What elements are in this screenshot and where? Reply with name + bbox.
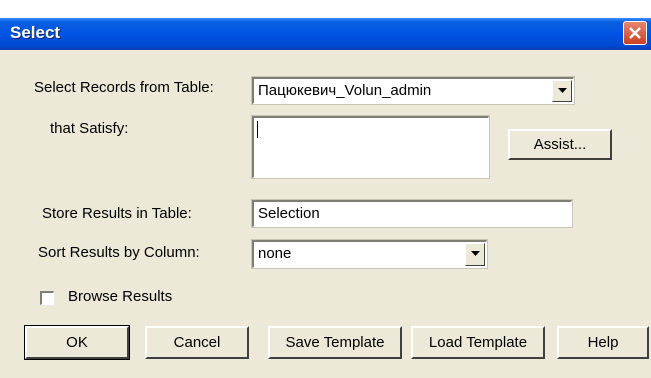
help-button[interactable]: Help [557,326,649,359]
title-bar[interactable]: Select [0,18,651,50]
browse-results-label: Browse Results [68,288,173,305]
satisfy-label: that Satisfy: [50,120,129,137]
chevron-down-icon [471,251,480,256]
select-table-value: Пацюкевич_Volun_admin [258,82,432,99]
save-template-button[interactable]: Save Template [268,326,402,359]
satisfy-expression-input[interactable] [251,115,490,179]
store-label: Store Results in Table: [42,205,192,222]
store-value: Selection [258,205,320,222]
sort-label: Sort Results by Column: [38,244,200,261]
select-table-dropdown[interactable]: Пацюкевич_Volun_admin [251,76,575,105]
close-button[interactable] [623,21,647,45]
close-icon [629,27,641,39]
top-strip [0,0,651,18]
load-template-button[interactable]: Load Template [411,326,545,359]
cancel-button[interactable]: Cancel [145,326,249,359]
select-table-dropdown-button[interactable] [552,80,572,102]
store-table-input[interactable]: Selection [251,199,573,228]
ok-button[interactable]: OK [24,325,130,360]
chevron-down-icon [558,88,567,93]
select-dialog [0,18,651,378]
browse-results-checkbox[interactable] [40,291,54,305]
window-title: Select [10,23,61,42]
sort-value: none [258,245,292,262]
text-cursor [257,121,258,138]
assist-button[interactable]: Assist... [508,129,612,160]
select-table-label: Select Records from Table: [34,79,214,96]
sort-column-dropdown[interactable]: none [251,239,488,269]
sort-column-dropdown-button[interactable] [465,243,485,266]
